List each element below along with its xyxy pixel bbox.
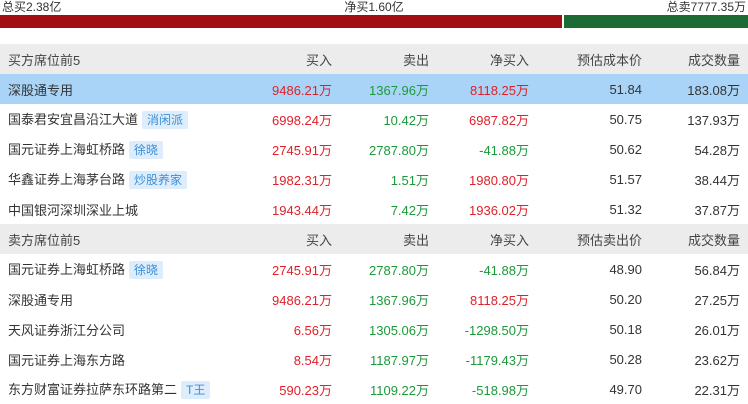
volume-cell: 37.87万	[694, 202, 740, 218]
sell-cell: 7.42万	[390, 202, 429, 218]
seat-name[interactable]: 国元证券上海虹桥路	[8, 142, 125, 157]
buy-cell: 6.56万	[293, 322, 332, 338]
table-row[interactable]: 国元证券上海虹桥路 徐晓 2745.91万 2787.80万 -41.88万 50.62 5…	[0, 134, 748, 164]
buy-cell: 1943.44万	[272, 202, 332, 218]
seat-name-cell: 华鑫证券上海茅台路 炒股养家	[0, 164, 240, 194]
buy-cell: 2745.91万	[272, 262, 332, 278]
net-cell: -41.88万	[479, 262, 529, 278]
seat-name[interactable]: 中国银河深圳深业上城	[8, 203, 138, 218]
seat-name[interactable]: 深股通专用	[8, 293, 73, 308]
trader-tag[interactable]: 消闲派	[142, 111, 189, 130]
price-cell: 50.20	[609, 291, 642, 307]
price-cell: 48.90	[609, 261, 642, 277]
column-header: 买入	[240, 44, 340, 74]
seat-name-cell: 国元证券上海虹桥路 徐晓	[0, 134, 240, 164]
trader-tag[interactable]: 徐晓	[129, 141, 164, 160]
table-row[interactable]: 国元证券上海东方路 8.54万 1187.97万 -1179.43万 50.28 23.6…	[0, 344, 748, 374]
column-header: 净买入	[437, 224, 537, 254]
seat-name[interactable]: 国泰君安宜昌沿江大道	[8, 112, 138, 127]
price-cell: 51.32	[609, 201, 642, 217]
seat-name[interactable]: 天风证券浙江分公司	[8, 323, 125, 338]
column-header: 预估卖出价	[537, 224, 650, 254]
column-header: 卖出	[340, 224, 437, 254]
total-sell: 总卖7777.35万	[666, 0, 746, 14]
table-row[interactable]: 国元证券上海虹桥路 徐晓 2745.91万 2787.80万 -41.88万 48.90 5…	[0, 254, 748, 284]
buy-ratio-bar	[0, 15, 562, 28]
buy-cell: 1982.31万	[272, 172, 332, 188]
seat-name-cell: 深股通专用	[0, 74, 240, 104]
volume-cell: 27.25万	[694, 292, 740, 308]
sell-cell: 2787.80万	[369, 262, 429, 278]
volume-cell: 137.93万	[687, 112, 740, 128]
buy-cell: 9486.21万	[240, 74, 340, 104]
buy-cell: 2745.91万	[272, 142, 332, 158]
table-row[interactable]: 国泰君安宜昌沿江大道 消闲派 6998.24万 10.42万 6987.82万 50.75…	[0, 104, 748, 134]
net-cell: 8118.25万	[469, 292, 529, 308]
table-row[interactable]: 深股通专用 9486.21万 1367.96万 8118.25万 51.84 183.08…	[0, 74, 748, 104]
sell_section-header-row: 卖方席位前5 买入 卖出 净买入 预估卖出价 成交数量	[0, 224, 748, 254]
price-cell: 51.57	[609, 171, 642, 187]
net-cell: 1936.02万	[469, 202, 529, 218]
net-cell: -1179.43万	[465, 352, 529, 368]
seat-name-cell: 国元证券上海东方路	[0, 344, 240, 374]
sell-cell: 1367.96万	[340, 74, 437, 104]
volume-cell: 38.44万	[694, 172, 740, 188]
price-cell: 50.18	[609, 321, 642, 337]
seat-name[interactable]: 深股通专用	[8, 83, 73, 98]
seat-name[interactable]: 国元证券上海虹桥路	[8, 262, 125, 277]
volume-cell: 26.01万	[694, 322, 740, 338]
volume-cell: 23.62万	[694, 352, 740, 368]
seat-name[interactable]: 华鑫证券上海茅台路	[8, 172, 125, 187]
buy_section-header-row: 买方席位前5 买入 卖出 净买入 预估成本价 成交数量	[0, 44, 748, 74]
table-row[interactable]: 华鑫证券上海茅台路 炒股养家 1982.31万 1.51万 1980.80万 51.57 3…	[0, 164, 748, 194]
seat-name[interactable]: 国元证券上海东方路	[8, 353, 125, 368]
seat-name[interactable]: 东方财富证券拉萨东环路第二	[8, 382, 177, 397]
trader-tag[interactable]: 炒股养家	[129, 171, 188, 190]
column-header: 净买入	[437, 44, 537, 74]
column-header: 卖出	[340, 44, 437, 74]
seat-table: 买方席位前5 买入 卖出 净买入 预估成本价 成交数量 深股通专用 9486.21万 1367.…	[0, 44, 748, 404]
column-header: 成交数量	[650, 44, 748, 74]
column-header: 成交数量	[650, 224, 748, 254]
price-cell: 51.84	[537, 74, 650, 104]
buy-cell: 9486.21万	[272, 292, 332, 308]
volume-cell: 54.28万	[694, 142, 740, 158]
sell-cell: 1.51万	[390, 172, 429, 188]
buy-cell: 8.54万	[293, 352, 332, 368]
volume-cell: 56.84万	[694, 262, 740, 278]
summary-bar: 净买1.60亿 总买2.38亿 总卖7777.35万	[0, 0, 748, 28]
price-cell: 50.75	[609, 111, 642, 127]
total-buy: 总买2.38亿	[2, 0, 62, 14]
net-buy-total: 净买1.60亿	[344, 0, 404, 14]
sell-cell: 10.42万	[383, 112, 429, 128]
net-cell: -1298.50万	[464, 322, 529, 338]
seat-name-cell: 国元证券上海虹桥路 徐晓	[0, 254, 240, 284]
price-cell: 50.28	[609, 351, 642, 367]
column-header: 预估成本价	[537, 44, 650, 74]
seat-name-cell: 国泰君安宜昌沿江大道 消闲派	[0, 104, 240, 134]
sell-cell: 1305.06万	[369, 322, 429, 338]
trader-tag[interactable]: T王	[181, 381, 211, 400]
trader-tag[interactable]: 徐晓	[129, 261, 164, 280]
column-header: 卖方席位前5	[0, 224, 240, 254]
price-cell: 50.62	[609, 141, 642, 157]
seat-name-cell: 中国银河深圳深业上城	[0, 194, 240, 224]
table-row[interactable]: 深股通专用 9486.21万 1367.96万 8118.25万 50.20 27.25万	[0, 284, 748, 314]
net-cell: 1980.80万	[469, 172, 529, 188]
seat-name-cell: 天风证券浙江分公司	[0, 314, 240, 344]
column-header: 买方席位前5	[0, 44, 240, 74]
net-cell: 8118.25万	[437, 74, 537, 104]
buy-cell: 6998.24万	[272, 112, 332, 128]
net-cell: 6987.82万	[469, 112, 529, 128]
volume-cell: 183.08万	[650, 74, 748, 104]
table-row[interactable]: 天风证券浙江分公司 6.56万 1305.06万 -1298.50万 50.18 26.0…	[0, 314, 748, 344]
sell-cell: 1187.97万	[369, 352, 429, 368]
net-cell: -41.88万	[479, 142, 529, 158]
seat-name-cell: 深股通专用	[0, 284, 240, 314]
sell-cell: 1367.96万	[369, 292, 429, 308]
sell-cell: 2787.80万	[369, 142, 429, 158]
column-header: 买入	[240, 224, 340, 254]
table-row[interactable]: 中国银河深圳深业上城 1943.44万 7.42万 1936.02万 51.32 37.8…	[0, 194, 748, 224]
sell-ratio-bar	[564, 15, 748, 28]
